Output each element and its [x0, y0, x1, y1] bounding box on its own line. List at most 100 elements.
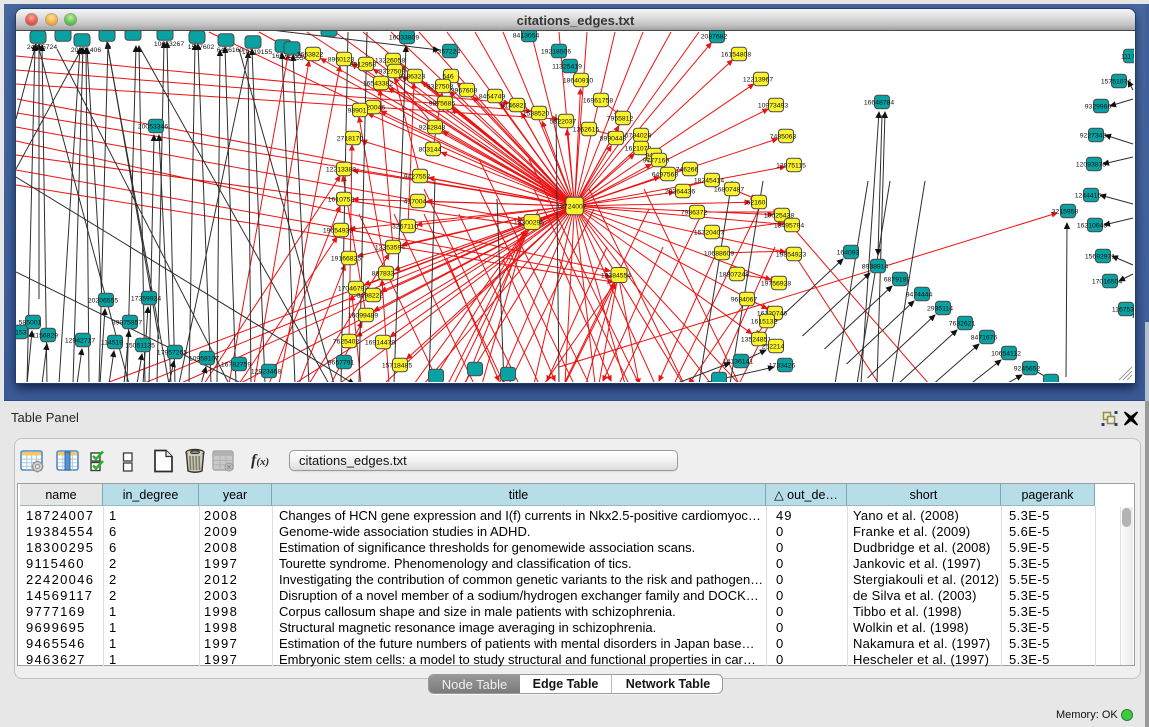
svg-text:252214: 252214: [762, 343, 785, 350]
svg-text:10973493: 10973493: [758, 102, 788, 109]
svg-text:13524851: 13524851: [741, 336, 771, 343]
svg-text:6466160: 6466160: [217, 47, 244, 54]
svg-text:11325419: 11325419: [552, 63, 582, 70]
svg-text:887833: 887833: [372, 270, 395, 277]
svg-text:13226058: 13226058: [375, 57, 405, 64]
svg-text:9657791: 9657791: [328, 359, 355, 366]
svg-text:9242848: 9242848: [419, 124, 446, 131]
svg-text:164093: 164093: [837, 249, 860, 256]
svg-text:17359924: 17359924: [131, 295, 161, 302]
svg-text:16543382: 16543382: [363, 80, 393, 87]
svg-text:2087682: 2087682: [701, 33, 728, 40]
svg-text:16099489: 16099489: [348, 312, 378, 319]
svg-text:16961758: 16961758: [583, 97, 613, 104]
svg-text:16914479: 16914479: [365, 339, 395, 346]
svg-text:10653267: 10653267: [154, 41, 184, 48]
svg-text:20691406: 20691406: [71, 47, 101, 54]
svg-text:20053346: 20053346: [138, 123, 168, 130]
svg-text:16782759: 16782759: [221, 361, 251, 368]
svg-text:19756928: 19756928: [761, 280, 791, 287]
svg-text:1733426: 1733426: [769, 362, 796, 369]
svg-text:10719155: 10719155: [242, 49, 272, 56]
svg-text:15692971: 15692971: [1085, 253, 1115, 260]
svg-text:1610753: 1610753: [328, 196, 355, 203]
svg-text:6794028: 6794028: [625, 132, 652, 139]
svg-text:7485063: 7485063: [770, 133, 797, 140]
svg-text:2718170: 2718170: [337, 135, 364, 142]
svg-text:19384554: 19384554: [601, 272, 631, 279]
svg-text:9245652: 9245652: [1014, 365, 1041, 372]
svg-text:15720407: 15720407: [694, 229, 724, 236]
svg-text:8186323: 8186323: [399, 73, 426, 80]
svg-text:9474444: 9474444: [906, 291, 933, 298]
svg-text:24055724: 24055724: [27, 44, 57, 51]
svg-text:9777169: 9777169: [643, 157, 670, 164]
svg-text:1615132: 1615132: [751, 318, 778, 325]
svg-text:3267110: 3267110: [392, 223, 418, 230]
svg-text:6879197: 6879197: [884, 276, 911, 283]
svg-text:10958107: 10958107: [189, 355, 219, 362]
svg-text:5822037: 5822037: [550, 118, 577, 125]
svg-text:18640910: 18640910: [563, 77, 593, 84]
svg-text:16648784: 16648784: [864, 99, 894, 106]
svg-text:17046798: 17046798: [338, 285, 368, 292]
svg-text:39153: 39153: [16, 329, 27, 336]
svg-text:16033809: 16033809: [389, 34, 419, 41]
svg-text:6497568: 6497568: [652, 171, 679, 178]
svg-text:8454749: 8454749: [479, 93, 506, 100]
svg-text:19166825: 19166825: [331, 255, 361, 262]
svg-text:15051135: 15051135: [125, 342, 155, 349]
svg-text:1117: 1117: [1121, 53, 1134, 60]
svg-text:7663822: 7663822: [297, 51, 324, 58]
svg-text:17016504: 17016504: [1092, 278, 1122, 285]
svg-text:10688609: 10688609: [704, 250, 734, 257]
svg-text:7986372: 7986372: [681, 209, 708, 216]
svg-text:12213967: 12213967: [743, 76, 773, 83]
svg-text:7357224: 7357224: [434, 48, 461, 55]
svg-text:18245414: 18245414: [694, 177, 724, 184]
svg-text:98901: 98901: [348, 107, 367, 114]
svg-text:15718485: 15718485: [382, 362, 412, 369]
svg-text:16154808: 16154808: [721, 51, 751, 58]
svg-text:8471676: 8471676: [971, 334, 998, 341]
svg-text:20206555: 20206555: [88, 297, 118, 304]
svg-text:13353594: 13353594: [375, 244, 405, 251]
svg-text:9427552: 9427552: [404, 173, 431, 180]
svg-text:9327508: 9327508: [427, 83, 454, 90]
svg-text:8938914: 8938914: [862, 263, 889, 270]
svg-text:803144: 803144: [419, 146, 442, 153]
svg-text:1527602: 1527602: [188, 44, 215, 51]
svg-text:12975115: 12975115: [776, 162, 806, 169]
svg-text:9684067: 9684067: [731, 296, 758, 303]
svg-text:9227343: 9227343: [1080, 132, 1107, 139]
svg-text:8912958: 8912958: [350, 61, 377, 68]
svg-text:12213382: 12213382: [326, 166, 356, 173]
svg-text:18724007: 18724007: [556, 203, 586, 210]
svg-text:12093873: 12093873: [1076, 161, 1106, 168]
svg-text:12942717: 12942717: [65, 337, 95, 344]
svg-text:1362615: 1362615: [573, 126, 600, 133]
svg-text:10654112: 10654112: [991, 350, 1021, 357]
svg-text:12923468: 12923468: [251, 368, 281, 375]
svg-text:18300295: 18300295: [514, 219, 544, 226]
svg-text:15751074: 15751074: [1101, 78, 1131, 85]
svg-text:9146821: 9146821: [501, 102, 528, 109]
svg-text:62160: 62160: [747, 199, 766, 206]
svg-text:2935114: 2935114: [927, 305, 953, 312]
svg-text:1156829: 1156829: [32, 332, 58, 339]
svg-text:8990448: 8990448: [600, 135, 627, 142]
svg-text:14136141: 14136141: [723, 358, 753, 365]
svg-text:13495794: 13495794: [774, 222, 804, 229]
svg-text:1588520: 1588520: [523, 110, 550, 117]
svg-text:16210643: 16210643: [1077, 222, 1107, 229]
svg-text:16807487: 16807487: [714, 186, 744, 193]
svg-text:7632621: 7632621: [949, 320, 976, 327]
svg-text:39975857: 39975857: [112, 319, 142, 326]
svg-text:20364436: 20364436: [665, 188, 695, 195]
svg-text:7625402: 7625402: [333, 338, 360, 345]
svg-text:114519: 114519: [101, 339, 123, 346]
svg-text:17957265: 17957265: [157, 349, 187, 356]
svg-text:3498222: 3498222: [357, 292, 384, 299]
svg-text:116753: 116753: [1112, 306, 1134, 313]
svg-text:417004: 417004: [404, 198, 427, 205]
